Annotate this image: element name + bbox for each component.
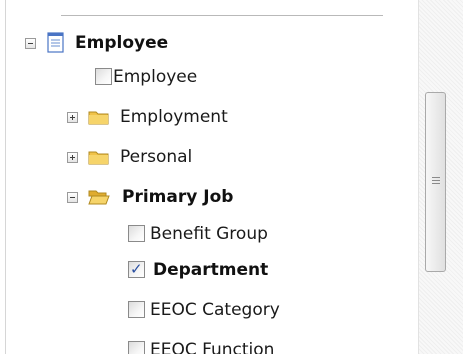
- checkbox[interactable]: [128, 341, 145, 354]
- checkmark-icon: ✓: [130, 260, 143, 278]
- tree-item-eeoc-function[interactable]: EEOC Function: [125, 339, 325, 354]
- scrollbar-thumb[interactable]: [425, 92, 446, 272]
- checkbox-checked[interactable]: ✓: [128, 260, 145, 278]
- tree-item-label: Department: [153, 260, 269, 280]
- expand-icon[interactable]: [67, 112, 78, 123]
- expand-icon[interactable]: [67, 152, 78, 163]
- tree-node-employment[interactable]: Employment: [64, 106, 304, 132]
- folder-icon: [88, 111, 109, 125]
- tree-item-label: Benefit Group: [150, 224, 268, 244]
- folder-icon: [88, 151, 109, 165]
- tree-item-employee[interactable]: Employee: [92, 66, 292, 92]
- divider: [61, 15, 383, 16]
- checkbox[interactable]: [95, 68, 112, 85]
- tree-node-label: Primary Job: [122, 187, 234, 207]
- tree-node-personal[interactable]: Personal: [64, 146, 304, 172]
- grip-icon: [432, 177, 440, 185]
- tree-node-primary-job[interactable]: Primary Job: [64, 186, 324, 212]
- tree-item-department[interactable]: ✓ Department: [125, 259, 325, 285]
- tree-node-label: Employment: [120, 107, 228, 127]
- tree-item-label: EEOC Function: [150, 340, 275, 354]
- checkbox[interactable]: [128, 225, 145, 242]
- tree-node-label: Personal: [120, 147, 193, 167]
- collapse-icon[interactable]: [25, 38, 36, 49]
- field-tree-panel: Employee Employee Employment Personal Pr…: [0, 0, 418, 354]
- tree-item-label: Employee: [113, 67, 198, 87]
- tree-item-eeoc-category[interactable]: EEOC Category: [125, 299, 325, 325]
- panel-border: [5, 0, 6, 354]
- tree-item-label: EEOC Category: [150, 300, 280, 320]
- tree-node-employee-root[interactable]: Employee: [23, 32, 273, 58]
- tree-item-benefit-group[interactable]: Benefit Group: [125, 223, 325, 249]
- document-icon: [47, 32, 64, 53]
- tree-node-label: Employee: [75, 33, 169, 53]
- vertical-scrollbar[interactable]: [418, 0, 463, 354]
- folder-open-icon: [88, 190, 110, 205]
- checkbox[interactable]: [128, 301, 145, 318]
- collapse-icon[interactable]: [67, 192, 78, 203]
